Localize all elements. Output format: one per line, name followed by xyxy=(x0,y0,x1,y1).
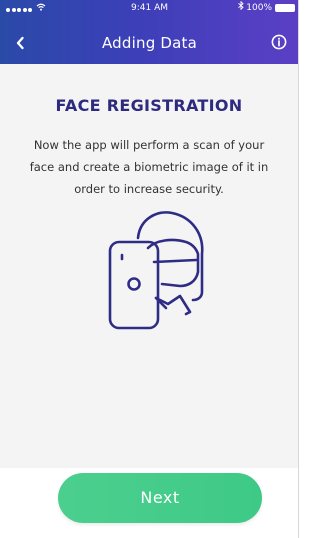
next-button[interactable]: Next xyxy=(58,473,262,523)
navigation-bar: Adding Data xyxy=(0,22,298,62)
section-heading: FACE REGISTRATION xyxy=(55,96,243,115)
description-text: Now the app will perform a scan of your … xyxy=(29,138,269,196)
app-screen: 9:41 AM 100% Adding Data FACE REGISTRATI… xyxy=(0,0,299,538)
bluetooth-icon xyxy=(238,0,244,15)
battery-icon xyxy=(275,4,295,12)
page-title: Adding Data xyxy=(101,34,198,52)
battery-percentage: 100% xyxy=(246,3,272,13)
header-bar: 9:41 AM 100% Adding Data xyxy=(0,0,298,64)
info-circle-icon xyxy=(271,34,287,54)
status-bar: 9:41 AM 100% xyxy=(0,0,298,20)
face-phone-scan-icon xyxy=(100,208,210,333)
info-button[interactable] xyxy=(267,32,291,56)
